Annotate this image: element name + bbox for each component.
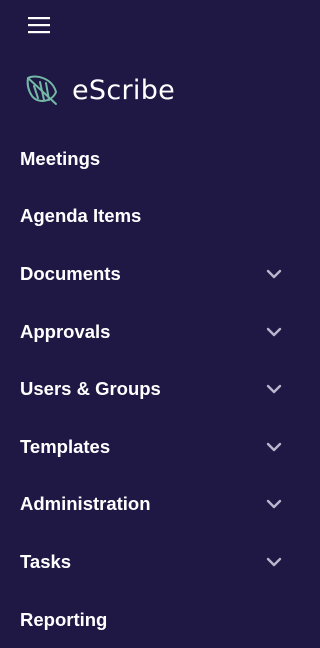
brand-name: eScribe — [72, 74, 176, 106]
sidebar-item-administration[interactable]: Administration — [0, 476, 300, 534]
chevron-down-icon[interactable] — [266, 442, 282, 452]
brand[interactable]: eScribe — [22, 68, 175, 112]
chevron-down-icon[interactable] — [266, 269, 282, 279]
sidebar-item-label: Templates — [20, 435, 111, 457]
sidebar-item-label: Tasks — [20, 550, 72, 572]
sidebar-item-tasks[interactable]: Tasks — [0, 533, 300, 591]
sidebar-item-label: Documents — [20, 262, 121, 284]
sidebar-item-documents[interactable]: Documents — [0, 245, 300, 303]
sidebar-item-users-and-groups[interactable]: Users & Groups — [0, 360, 300, 418]
sidebar-item-agenda-items[interactable]: Agenda Items — [0, 188, 300, 246]
sidebar-item-approvals[interactable]: Approvals — [0, 303, 300, 361]
chevron-down-icon[interactable] — [266, 384, 282, 394]
sidebar-item-label: Reporting — [20, 608, 108, 630]
sidebar-item-label: Administration — [20, 493, 151, 515]
sidebar-nav: Meetings Agenda Items Documents Approvals Us… — [0, 130, 300, 648]
sidebar: eScribe Meetings Agenda Items Documents App… — [0, 0, 300, 648]
hamburger-menu-icon[interactable] — [28, 16, 50, 36]
sidebar-item-label: Agenda Items — [20, 205, 142, 227]
sidebar-item-label: Meetings — [20, 147, 101, 169]
escribe-leaf-logo-icon — [26, 75, 57, 105]
sidebar-item-label: Approvals — [20, 320, 111, 342]
chevron-down-icon[interactable] — [266, 327, 282, 337]
sidebar-item-templates[interactable]: Templates — [0, 418, 300, 476]
chevron-down-icon[interactable] — [266, 499, 282, 509]
chevron-down-icon[interactable] — [266, 557, 282, 567]
sidebar-item-label: Users & Groups — [20, 378, 161, 400]
sidebar-item-meetings[interactable]: Meetings — [0, 130, 300, 188]
sidebar-item-reporting[interactable]: Reporting — [0, 591, 300, 648]
